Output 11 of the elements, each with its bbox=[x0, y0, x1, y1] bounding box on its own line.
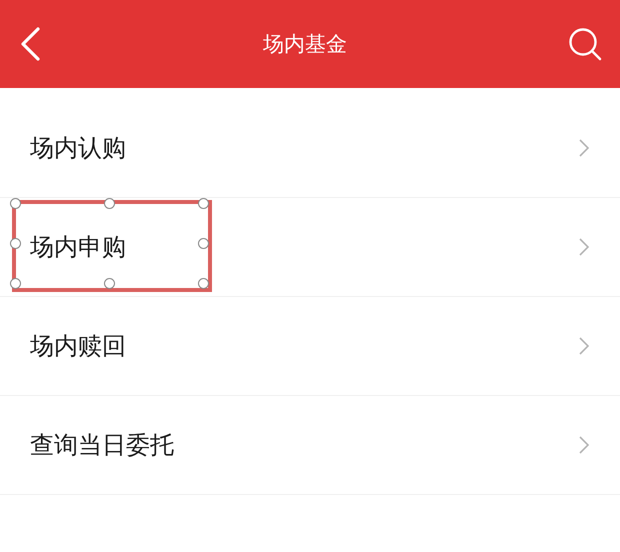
menu-item[interactable]: 场内赎回 bbox=[0, 297, 620, 396]
chevron-right-icon bbox=[578, 435, 590, 455]
menu-item[interactable]: 场内认购 bbox=[0, 99, 620, 198]
selection-frame[interactable] bbox=[12, 200, 212, 292]
chevron-right-icon bbox=[578, 336, 590, 356]
page-title: 场内基金 bbox=[263, 31, 347, 58]
menu-item[interactable]: 查询当日委托 bbox=[0, 396, 620, 495]
search-icon bbox=[568, 27, 602, 61]
chevron-right-icon bbox=[578, 237, 590, 257]
search-button[interactable] bbox=[568, 27, 602, 61]
chevron-right-icon bbox=[578, 138, 590, 158]
